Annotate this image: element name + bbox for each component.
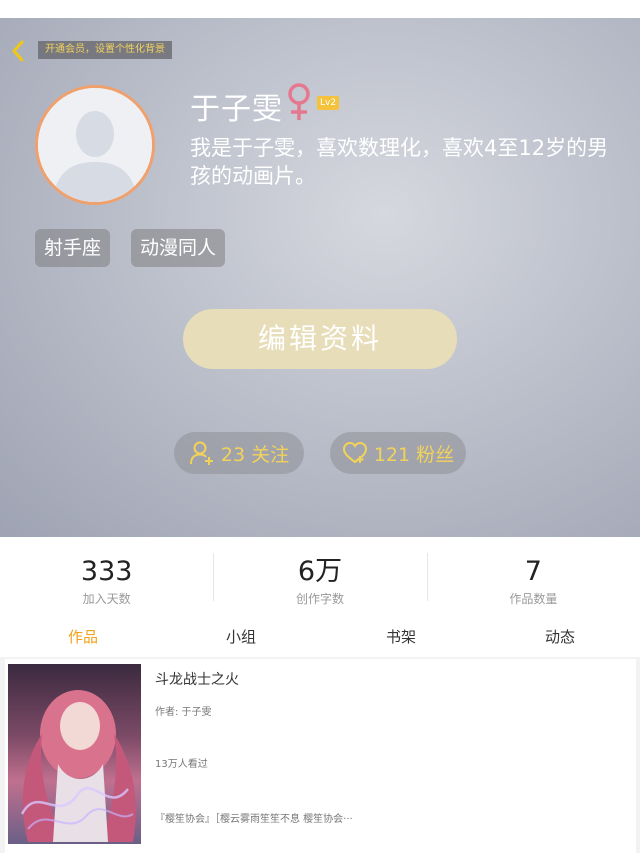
stats-bar: 333 加入天数 6万 创作字数 7 作品数量 [0, 537, 640, 617]
work-title[interactable]: 斗龙战士之火 [155, 669, 239, 689]
tab-groups[interactable]: 小组 [161, 617, 321, 657]
tab-bar: 作品 小组 书架 动态 [0, 617, 640, 657]
cover-illustration [20, 690, 136, 842]
tab-works[interactable]: 作品 [3, 617, 163, 657]
fans-label: 121 粉丝 [373, 443, 455, 466]
level-badge: Lv2 [317, 96, 340, 110]
tag-zodiac: 射手座 [35, 229, 111, 267]
work-views: 13万人看过 [155, 759, 208, 770]
profile-header: 开通会员，设置个性化背景 于子雯 Lv2 我是于子雯，喜欢数理化，喜欢4至12岁… [0, 0, 640, 537]
back-arrow-icon [12, 40, 24, 62]
following-label: 23 关注 [220, 443, 290, 466]
edit-profile-button[interactable]: 编辑资料 [183, 309, 457, 369]
default-avatar-icon [38, 88, 152, 202]
stat-value: 333 [80, 556, 133, 587]
user-bio: 我是于子雯，喜欢数理化，喜欢4至12岁的男孩的动画片。 [190, 136, 609, 188]
stat-label: 作品数量 [509, 592, 558, 606]
add-user-icon [189, 441, 213, 465]
tag-interest: 动漫同人 [131, 229, 226, 267]
tab-activity[interactable]: 动态 [480, 617, 640, 657]
vip-background-banner[interactable]: 开通会员，设置个性化背景 [38, 41, 172, 59]
following-button[interactable]: 23 关注 [174, 432, 304, 474]
work-author: 作者: 于子雯 [155, 707, 212, 718]
avatar[interactable] [35, 85, 155, 205]
stat-label: 加入天数 [82, 592, 131, 606]
stat-join-days: 333 加入天数 [0, 537, 213, 617]
fans-button[interactable]: 121 粉丝 [330, 432, 466, 474]
stat-label: 创作字数 [295, 592, 344, 606]
stat-works-count: 7 作品数量 [426, 537, 640, 617]
work-card[interactable]: 斗龙战士之火 作者: 于子雯 13万人看过 『樱笙协会』［樱云雾雨笙笙不息 樱笙… [5, 659, 636, 853]
work-cover-image[interactable] [8, 664, 141, 844]
stat-value: 7 [524, 556, 542, 587]
back-button[interactable] [6, 38, 30, 64]
tab-bookshelf[interactable]: 书架 [321, 617, 481, 657]
status-bar [0, 0, 640, 18]
stat-value: 6万 [297, 556, 343, 587]
username: 于子雯 [190, 92, 283, 127]
stat-word-count: 6万 创作字数 [213, 537, 426, 617]
work-description: 『樱笙协会』［樱云雾雨笙笙不息 樱笙协会··· [155, 814, 353, 825]
female-icon [288, 83, 310, 120]
heart-icon [342, 441, 367, 464]
